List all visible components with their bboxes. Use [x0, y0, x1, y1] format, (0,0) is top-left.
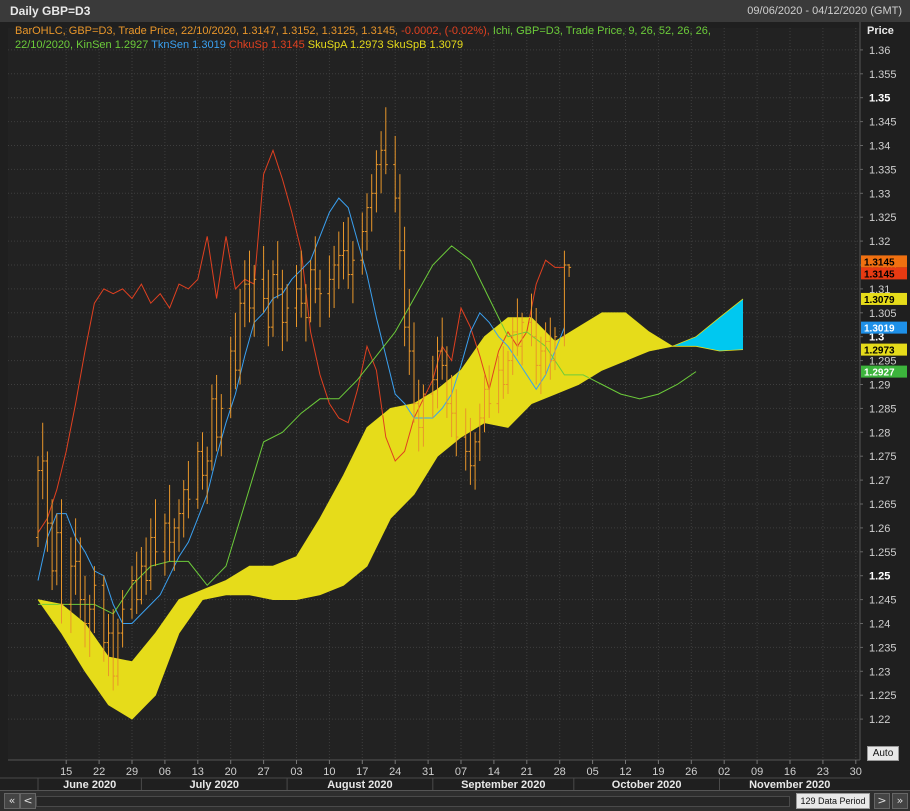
- x-tick-label: 14: [488, 766, 500, 778]
- ichimoku-chart[interactable]: Price 1.22 1.225 1.23 1.235 1.24 1.245 1.25 1.25…: [0, 22, 910, 790]
- legend-line-1: BarOHLC, GBP=D3, Trade Price, 22/10/2020…: [15, 25, 711, 37]
- x-tick-label: 07: [455, 766, 467, 778]
- legend-entry: SkuSpA 1.2973: [305, 39, 384, 51]
- y-tick-label: 1.335: [869, 164, 897, 176]
- x-tick-label: 31: [422, 766, 434, 778]
- legend-entry: ChkuSp 1.3145: [226, 39, 305, 51]
- price-tag-label: 1.3145: [864, 269, 895, 280]
- price-tag-label: 1.3019: [864, 324, 895, 335]
- x-month-label: June 2020: [63, 779, 116, 790]
- y-tick-label: 1.25: [869, 571, 890, 583]
- x-tick-label: 05: [586, 766, 598, 778]
- y-tick-label: 1.345: [869, 117, 897, 129]
- price-tag: 1.2973: [861, 343, 907, 357]
- x-tick-label: 24: [389, 766, 401, 778]
- price-tag-label: 1.2973: [864, 346, 895, 357]
- y-tick-label: 1.245: [869, 595, 897, 607]
- x-tick-label: 09: [751, 766, 763, 778]
- x-month-label: November 2020: [749, 779, 830, 790]
- y-tick-label: 1.34: [869, 141, 890, 153]
- x-tick-label: 19: [652, 766, 664, 778]
- scroll-first-icon[interactable]: «: [4, 793, 20, 809]
- data-period-selector[interactable]: 129 Data Period: [796, 793, 870, 809]
- y-tick-label: 1.35: [869, 93, 890, 105]
- y-tick-label: 1.275: [869, 451, 897, 463]
- price-tag: 1.3145: [861, 255, 907, 268]
- y-tick-label: 1.27: [869, 475, 890, 487]
- legend-entry: BarOHLC, GBP=D3, Trade Price, 22/10/2020…: [15, 25, 398, 37]
- legend-entry: TknSen 1.3019: [148, 39, 225, 51]
- x-tick-label: 20: [225, 766, 237, 778]
- x-month-label: August 2020: [327, 779, 392, 790]
- legend-entry: 22/10/2020, KinSen 1.2927: [15, 39, 148, 51]
- x-month-label: July 2020: [189, 779, 239, 790]
- x-tick-label: 21: [521, 766, 533, 778]
- price-tag: 1.3019: [861, 321, 907, 335]
- x-tick-label: 30: [850, 766, 862, 778]
- y-axis-title: Price: [867, 25, 894, 37]
- x-tick-label: 15: [60, 766, 72, 778]
- time-scrollbar[interactable]: [36, 796, 790, 807]
- x-tick-label: 28: [554, 766, 566, 778]
- scroll-last-icon[interactable]: »: [892, 793, 908, 809]
- y-tick-label: 1.355: [869, 69, 897, 81]
- scroll-right-icon[interactable]: >: [874, 793, 890, 809]
- y-tick-label: 1.235: [869, 642, 897, 654]
- x-month-label: October 2020: [612, 779, 682, 790]
- y-tick-label: 1.23: [869, 666, 890, 678]
- y-tick-label: 1.22: [869, 714, 890, 726]
- date-range-label: 09/06/2020 - 04/12/2020 (GMT): [747, 5, 902, 17]
- x-tick-label: 26: [685, 766, 697, 778]
- scroll-left-icon[interactable]: <: [20, 793, 36, 809]
- price-tag-label: 1.3145: [864, 257, 895, 268]
- y-tick-label: 1.32: [869, 236, 890, 248]
- x-tick-label: 23: [817, 766, 829, 778]
- y-tick-label: 1.325: [869, 212, 897, 224]
- price-tag-label: 1.2927: [864, 368, 895, 379]
- y-tick-label: 1.28: [869, 427, 890, 439]
- x-tick-label: 16: [784, 766, 796, 778]
- chart-title: Daily GBP=D3: [10, 4, 91, 18]
- x-month-label: September 2020: [461, 779, 545, 790]
- x-tick-label: 12: [619, 766, 631, 778]
- y-tick-label: 1.36: [869, 45, 890, 57]
- x-tick-label: 17: [356, 766, 368, 778]
- auto-scale-button[interactable]: Auto: [867, 746, 899, 761]
- x-tick-label: 10: [323, 766, 335, 778]
- x-tick-label: 29: [126, 766, 138, 778]
- y-tick-label: 1.24: [869, 619, 890, 631]
- y-tick-label: 1.26: [869, 523, 890, 535]
- x-tick-label: 03: [290, 766, 302, 778]
- legend-entry: Ichi, GBP=D3, Trade Price, 9, 26, 52, 26…: [490, 25, 711, 37]
- price-tag: 1.2927: [861, 365, 907, 379]
- price-tag-label: 1.3079: [864, 295, 895, 306]
- y-tick-label: 1.255: [869, 547, 897, 559]
- bottom-nav-bar: « < 129 Data Period > »: [0, 790, 910, 811]
- y-tick-label: 1.33: [869, 188, 890, 200]
- x-tick-label: 06: [159, 766, 171, 778]
- y-tick-label: 1.265: [869, 499, 897, 511]
- chart-title-bar: Daily GBP=D3 09/06/2020 - 04/12/2020 (GM…: [0, 0, 910, 23]
- y-tick-label: 1.225: [869, 690, 897, 702]
- x-tick-label: 27: [257, 766, 269, 778]
- legend-entry: -0.0002, (-0.02%),: [398, 25, 490, 37]
- legend-line-2: 22/10/2020, KinSen 1.2927 TknSen 1.3019 …: [15, 39, 463, 51]
- x-tick-label: 13: [192, 766, 204, 778]
- legend-entry: SkuSpB 1.3079: [384, 39, 464, 51]
- price-tag: 1.3079: [861, 292, 907, 306]
- y-tick-label: 1.285: [869, 403, 897, 415]
- y-tick-label: 1.29: [869, 380, 890, 392]
- price-tag: 1.3145: [861, 267, 907, 280]
- y-tick-label: 1.305: [869, 308, 897, 320]
- x-tick-label: 02: [718, 766, 730, 778]
- x-tick-label: 22: [93, 766, 105, 778]
